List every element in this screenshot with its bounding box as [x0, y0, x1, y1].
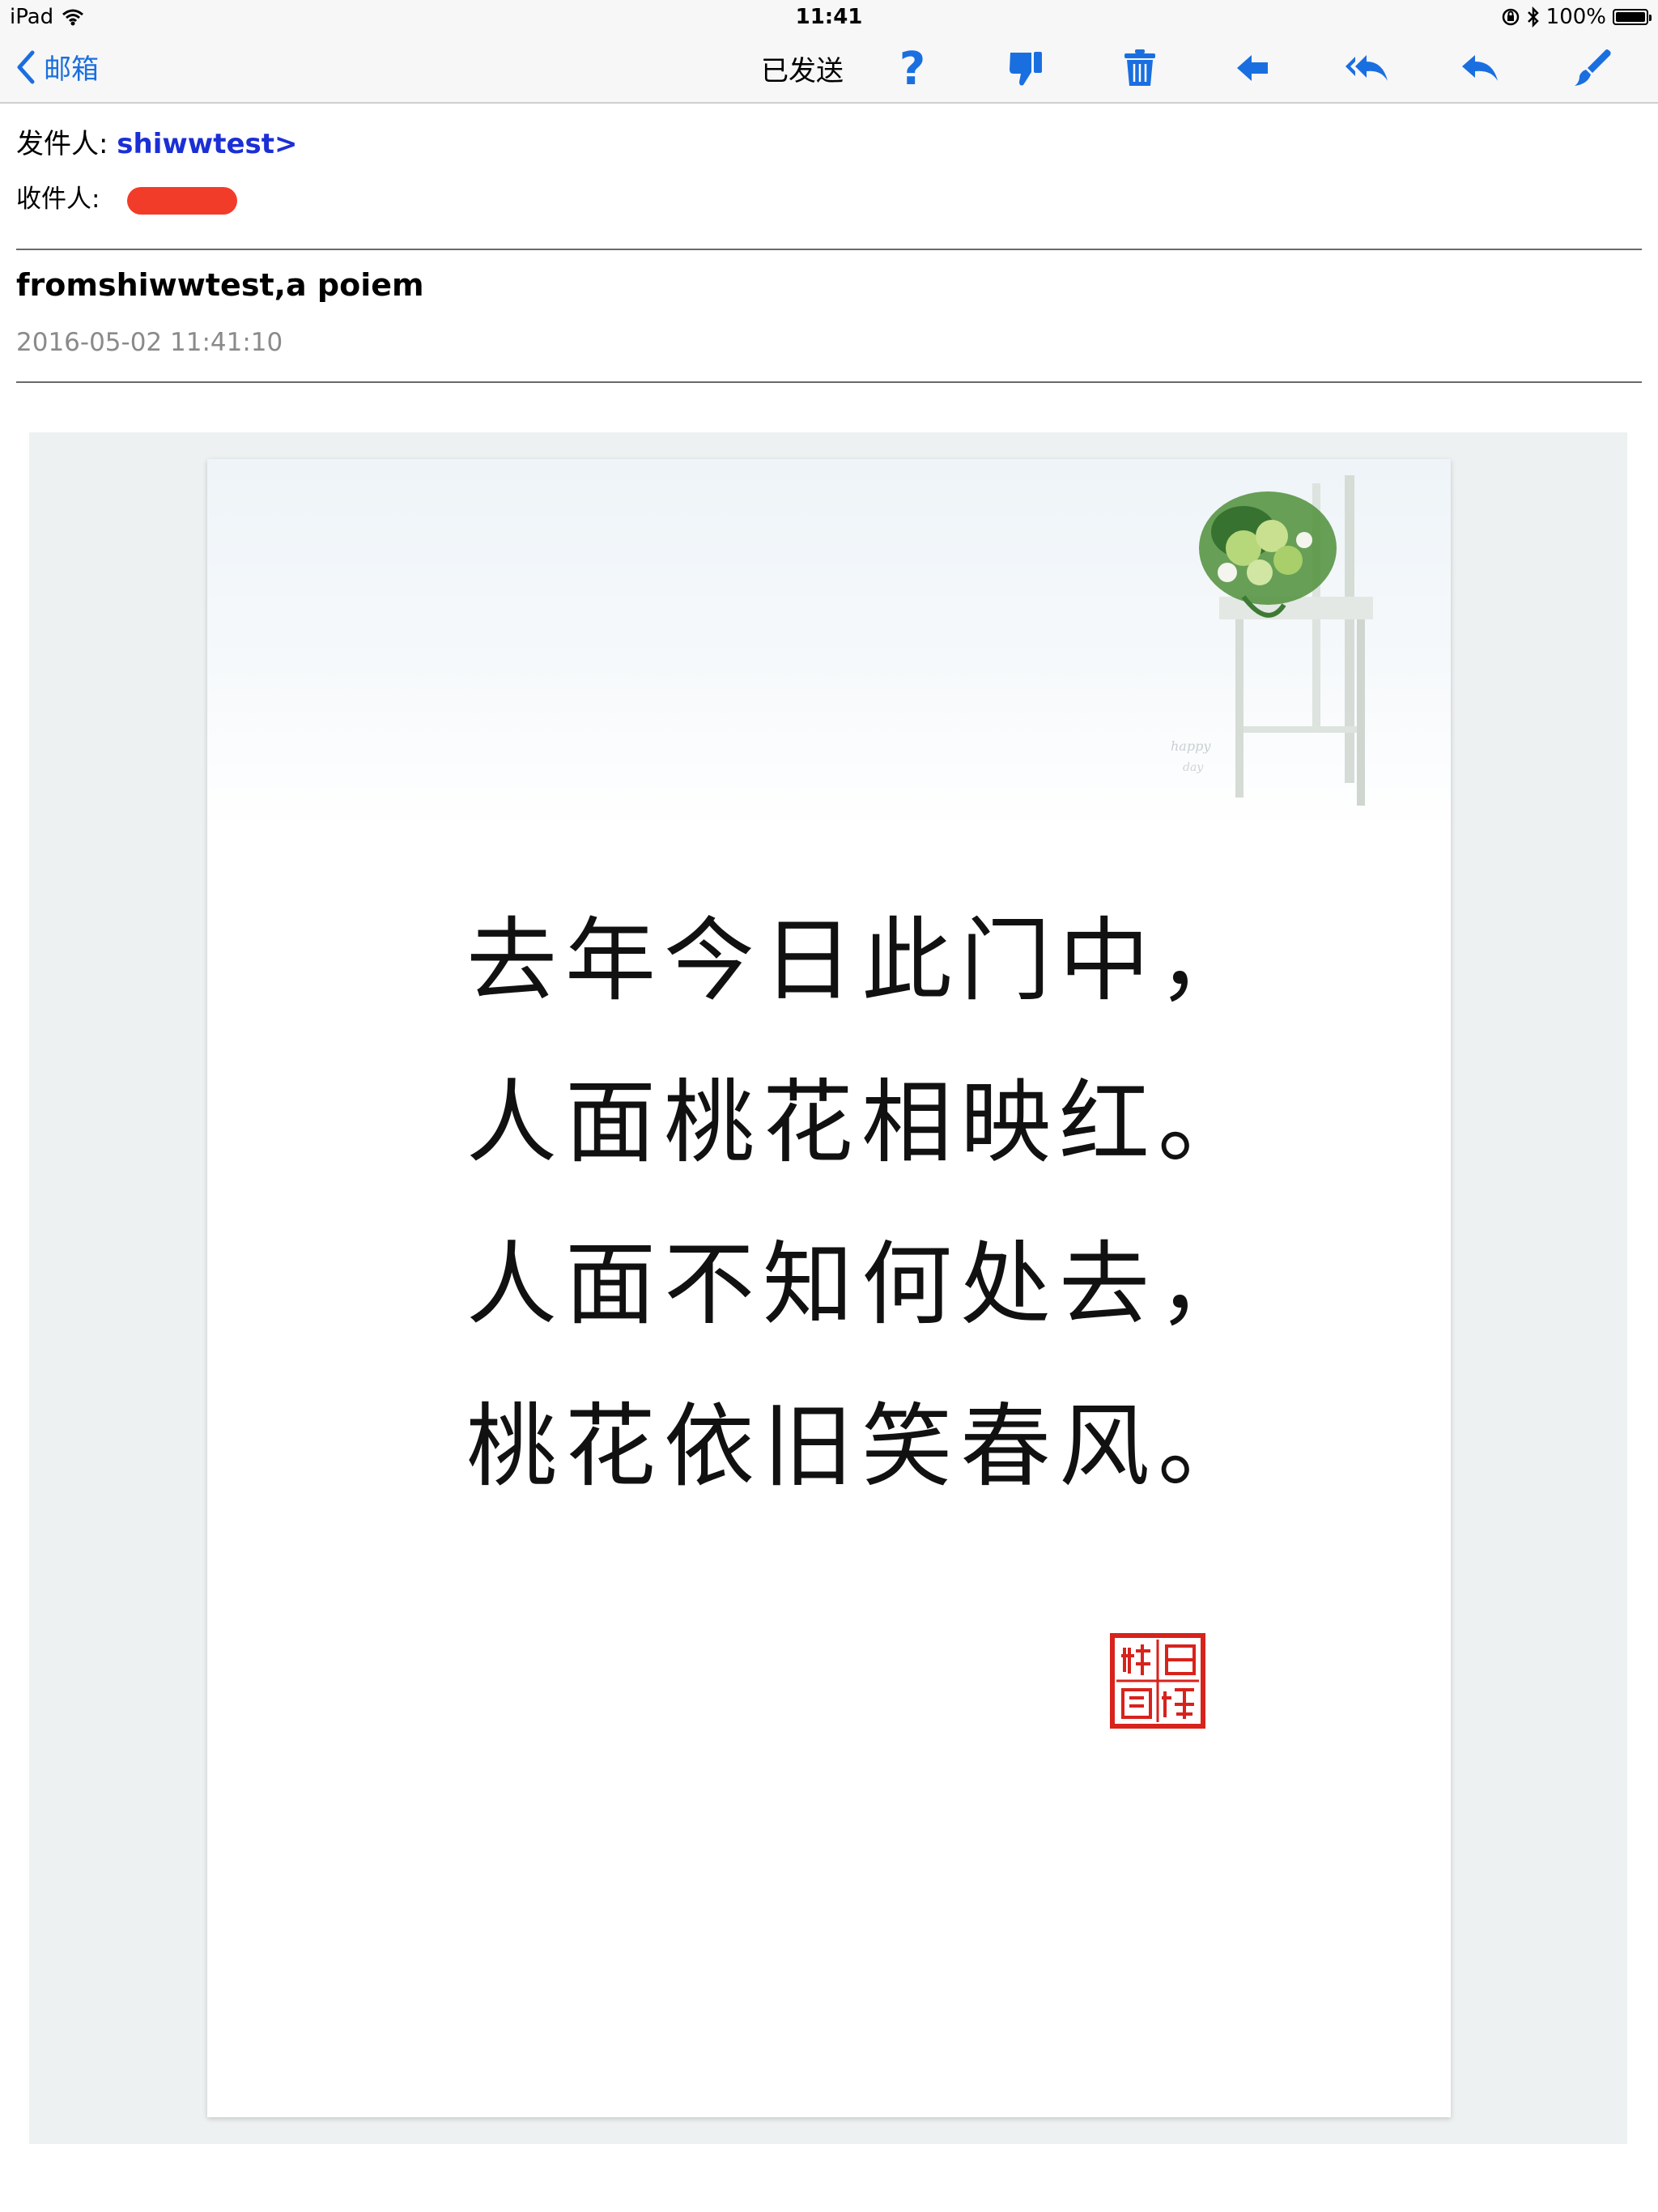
status-bar: iPad 11:41 100%	[0, 0, 1658, 32]
help-button[interactable]: ?	[888, 44, 937, 92]
battery-percent: 100%	[1545, 5, 1606, 29]
email-subject: fromshiwwtest,a poiem	[16, 267, 424, 303]
status-right: 100%	[1501, 5, 1652, 29]
help-icon: ?	[899, 45, 925, 91]
svg-text:day: day	[1183, 761, 1204, 774]
from-address[interactable]: shiwwtest>	[117, 128, 297, 160]
back-button[interactable]: 邮箱	[16, 47, 99, 87]
reply-icon	[1462, 55, 1498, 81]
from-row: 发件人: shiwwtest>	[16, 121, 298, 161]
reply-all-icon	[1346, 55, 1388, 81]
redacted-recipient	[127, 186, 238, 215]
header-divider-top	[16, 249, 1642, 250]
svg-text:?: ?	[899, 45, 925, 91]
letter-paper: happy day 去年今日此门中， 人面桃花相映红。 人面不知何处去， 桃花依…	[207, 459, 1451, 2117]
compose-button[interactable]	[1568, 44, 1617, 92]
red-seal-stamp	[1110, 1633, 1205, 1729]
thumbs-down-button[interactable]	[1001, 44, 1050, 92]
handwritten-poem: 去年今日此门中， 人面桃花相映红。 人面不知何处去， 桃花依旧笑春风。	[466, 908, 1256, 1499]
header-divider-bottom	[16, 381, 1642, 383]
back-label: 邮箱	[44, 53, 99, 86]
nav-title: 已发送	[761, 55, 844, 87]
battery-fill	[1616, 12, 1645, 22]
chevron-left-icon	[17, 50, 35, 83]
reply-button[interactable]	[1455, 44, 1503, 92]
to-row: 收件人:	[16, 178, 238, 215]
email-date: 2016-05-02 11:41:10	[16, 328, 283, 357]
to-label: 收件人:	[16, 185, 100, 214]
message-body: happy day 去年今日此门中， 人面桃花相映红。 人面不知何处去， 桃花依…	[29, 432, 1627, 2144]
nav-bar: 邮箱 已发送 ?	[0, 32, 1658, 104]
from-label: 发件人:	[16, 128, 108, 160]
status-time: 11:41	[795, 5, 863, 29]
reply-all-button[interactable]	[1342, 44, 1391, 92]
rotation-lock-icon	[1502, 8, 1519, 26]
thumbs-down-icon	[1010, 52, 1042, 86]
forward-icon	[1237, 55, 1268, 81]
trash-icon	[1124, 49, 1155, 86]
bluetooth-icon	[1527, 6, 1539, 28]
trash-button[interactable]	[1116, 44, 1164, 92]
bouquet-chair-illustration: happy day	[1171, 475, 1373, 806]
forward-button[interactable]	[1229, 44, 1278, 92]
compose-icon	[1575, 49, 1611, 86]
svg-text:happy: happy	[1171, 738, 1211, 754]
battery-icon	[1613, 9, 1652, 25]
